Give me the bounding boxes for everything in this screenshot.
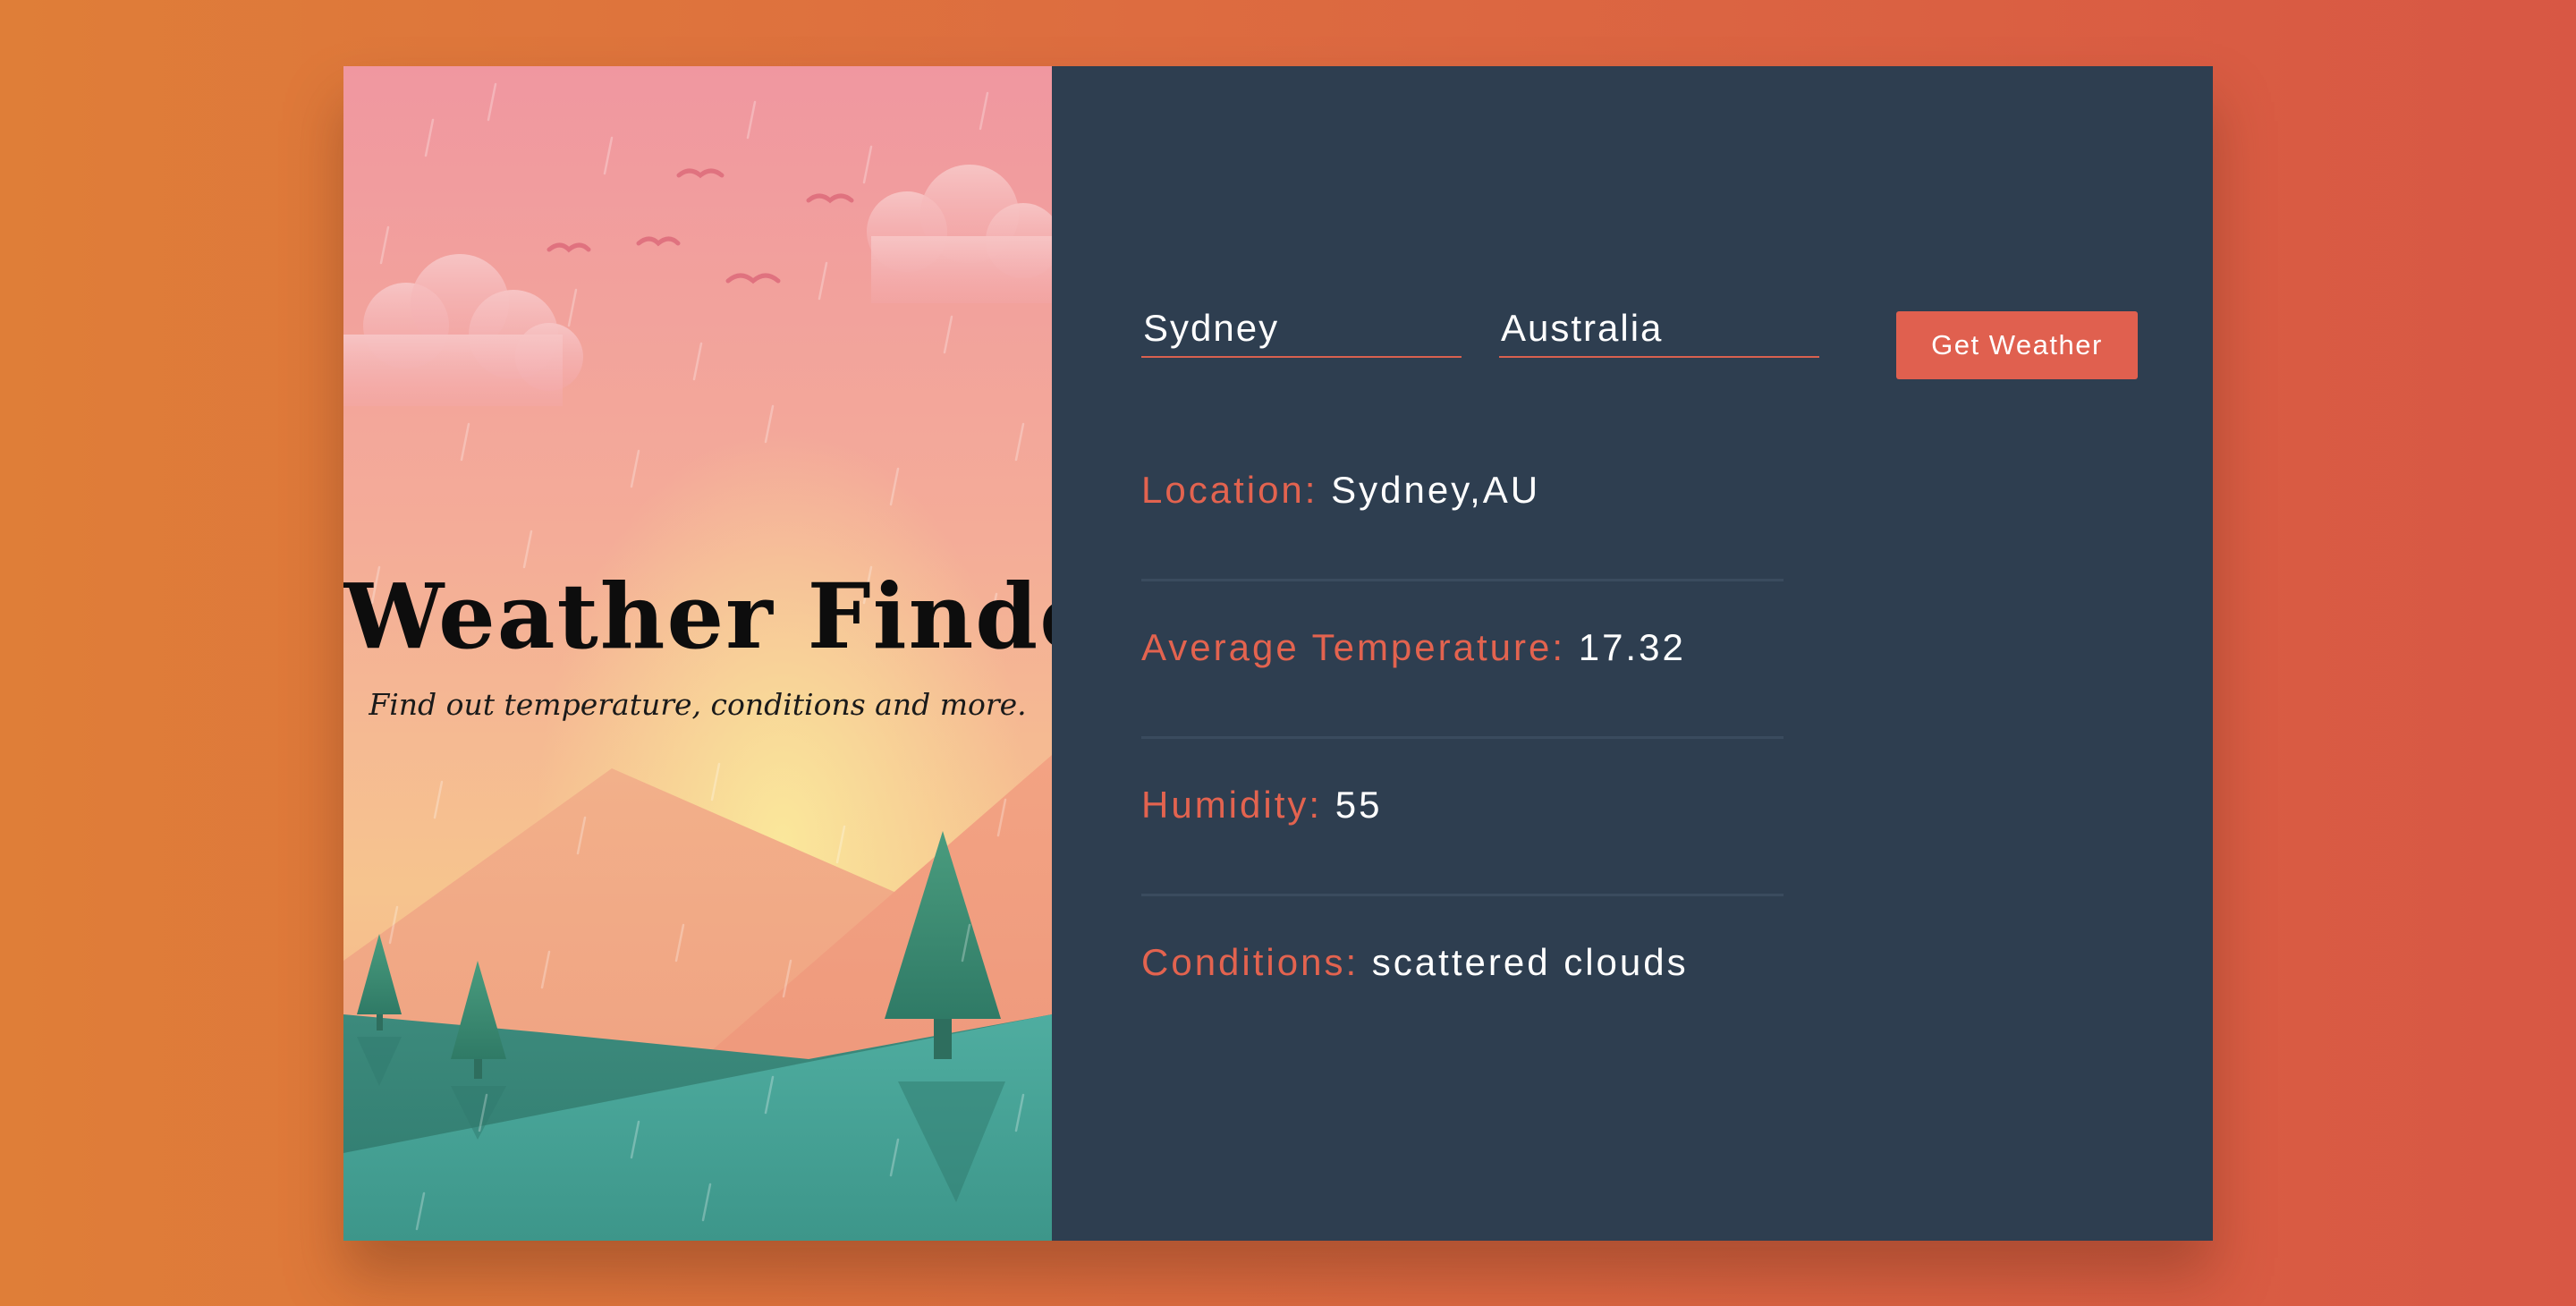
temperature-value: 17.32	[1578, 626, 1686, 668]
result-temperature: Average Temperature: 17.32	[1141, 581, 1784, 739]
humidity-value: 55	[1335, 784, 1383, 826]
conditions-value: scattered clouds	[1371, 941, 1689, 983]
location-label: Location:	[1141, 469, 1318, 511]
weather-panel: Get Weather Location: Sydney,AU Average …	[1052, 66, 2213, 1241]
conditions-label: Conditions:	[1141, 941, 1360, 983]
weather-card: Weather Finder Find out temperature, con…	[343, 66, 2213, 1241]
humidity-label: Humidity:	[1141, 784, 1323, 826]
weather-results: Location: Sydney,AU Average Temperature:…	[1141, 424, 1784, 1054]
city-input[interactable]	[1141, 301, 1462, 358]
result-humidity: Humidity: 55	[1141, 739, 1784, 896]
hero-text: Weather Finder Find out temperature, con…	[343, 558, 1052, 722]
temperature-label: Average Temperature:	[1141, 626, 1566, 668]
hero-panel: Weather Finder Find out temperature, con…	[343, 66, 1052, 1241]
get-weather-button[interactable]: Get Weather	[1896, 311, 2138, 379]
result-conditions: Conditions: scattered clouds	[1141, 896, 1784, 1054]
location-value: Sydney,AU	[1331, 469, 1541, 511]
app-title: Weather Finder	[343, 564, 1052, 669]
app-subtitle: Find out temperature, conditions and mor…	[369, 687, 1027, 722]
result-location: Location: Sydney,AU	[1141, 424, 1784, 581]
weather-form: Get Weather	[1141, 245, 2138, 379]
country-input[interactable]	[1499, 301, 1819, 358]
